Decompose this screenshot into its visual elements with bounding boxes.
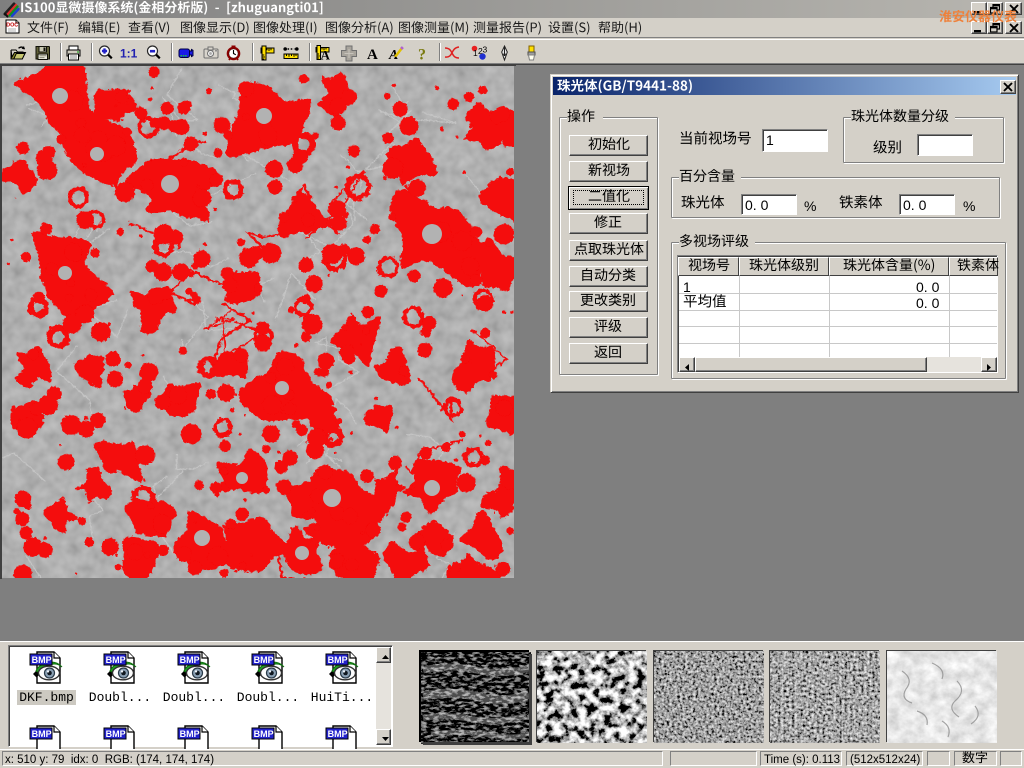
svg-text:BMP: BMP: [106, 729, 126, 739]
svg-text:DOC: DOC: [6, 23, 18, 29]
svg-text:BMP: BMP: [328, 729, 348, 739]
svg-text:3: 3: [483, 45, 488, 55]
svg-text:A: A: [321, 48, 331, 63]
svg-text:BMP: BMP: [328, 655, 348, 665]
svg-text:BMP: BMP: [254, 655, 274, 665]
svg-text:BMP: BMP: [180, 655, 200, 665]
svg-text:BMP: BMP: [32, 655, 52, 665]
svg-text:BMP: BMP: [254, 729, 274, 739]
svg-text:BMP: BMP: [106, 655, 126, 665]
svg-text:BMP: BMP: [32, 729, 52, 739]
svg-text:A: A: [367, 47, 378, 63]
svg-text:1:1: 1:1: [120, 47, 138, 61]
svg-text:BMP: BMP: [180, 729, 200, 739]
svg-text:?: ?: [418, 47, 426, 64]
